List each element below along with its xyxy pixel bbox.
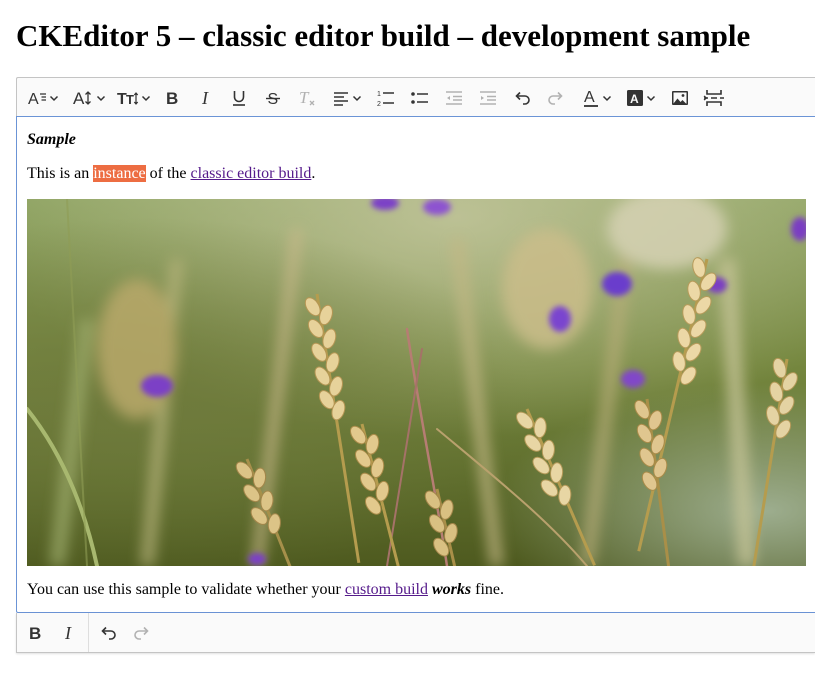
chevron-down-icon [96, 93, 106, 103]
image-icon [670, 88, 690, 108]
svg-text:A: A [584, 89, 595, 106]
remove-format-button[interactable]: T [293, 84, 320, 111]
chevron-down-icon [352, 93, 362, 103]
font-size-icon: A [72, 88, 94, 108]
bulleted-list-button[interactable] [406, 84, 433, 111]
heading-dropdown[interactable]: A [25, 84, 61, 111]
editor-toolbar: A A TT B I S T 1 2 A A [16, 77, 815, 116]
redo-icon [132, 623, 152, 643]
bold-button[interactable]: B [21, 619, 48, 646]
align-left-icon [332, 89, 350, 107]
svg-text:A: A [73, 89, 85, 108]
svg-text:A: A [630, 92, 639, 106]
page-title: CKEditor 5 – classic editor build – deve… [16, 18, 751, 53]
indent-button[interactable] [474, 84, 501, 111]
content-heading: Sample [27, 131, 76, 148]
font-size-dropdown[interactable]: A [70, 84, 108, 111]
remove-format-icon: T [297, 88, 317, 108]
undo-button[interactable] [94, 619, 121, 646]
outro-text: You can use this sample to validate whet… [27, 581, 345, 598]
font-background-icon: A [626, 88, 644, 108]
chevron-down-icon [602, 93, 612, 103]
custom-build-link[interactable]: custom build [345, 581, 428, 598]
undo-button[interactable] [508, 84, 535, 111]
intro-text: This is an [27, 165, 94, 182]
svg-text:2: 2 [377, 101, 381, 108]
bottom-toolbar: B I [16, 613, 815, 653]
redo-icon [546, 88, 566, 108]
italic-icon: I [197, 88, 215, 108]
font-family-dropdown[interactable]: TT [115, 84, 153, 111]
svg-text:I: I [201, 88, 209, 108]
alignment-dropdown[interactable] [329, 84, 365, 111]
underline-icon [230, 88, 248, 108]
chevron-down-icon [49, 93, 59, 103]
outro-text: fine. [471, 581, 504, 598]
svg-text:T: T [126, 92, 134, 107]
intro-text: . [311, 165, 316, 182]
insert-image-button[interactable] [666, 84, 693, 111]
outdent-button[interactable] [440, 84, 467, 111]
svg-text:A: A [28, 91, 39, 108]
numbered-list-button[interactable]: 12 [372, 84, 399, 111]
undo-icon [98, 623, 118, 643]
svg-text:S: S [267, 91, 278, 108]
wheat-field-image [27, 199, 806, 566]
bulleted-list-icon [410, 88, 430, 108]
redo-button[interactable] [128, 619, 155, 646]
intro-text: of the [145, 165, 191, 182]
outdent-icon [444, 88, 464, 108]
font-color-icon: A [582, 88, 600, 108]
svg-text:T: T [299, 88, 310, 107]
editor-editable-area[interactable]: Sample This is an instance of the classi… [16, 116, 815, 613]
bold-icon: B [26, 623, 44, 643]
classic-editor-build-link[interactable]: classic editor build [191, 165, 312, 182]
svg-text:1: 1 [377, 91, 381, 98]
font-color-dropdown[interactable]: A [579, 84, 615, 111]
svg-text:B: B [166, 89, 178, 108]
svg-text:B: B [29, 624, 41, 643]
font-family-icon: TT [117, 88, 139, 108]
emphasized-text: works [431, 581, 472, 598]
heading-icon: A [27, 88, 47, 108]
numbered-list-icon: 12 [376, 88, 396, 108]
strikethrough-button[interactable]: S [259, 84, 286, 111]
undo-icon [512, 88, 532, 108]
toolbar-separator [88, 613, 89, 652]
font-background-dropdown[interactable]: A [623, 84, 659, 111]
italic-icon: I [60, 623, 78, 643]
page-break-button[interactable] [700, 84, 727, 111]
chevron-down-icon [646, 93, 656, 103]
strikethrough-icon: S [264, 88, 282, 108]
outro-paragraph: You can use this sample to validate whet… [27, 580, 504, 600]
highlighted-text: instance [93, 165, 146, 182]
underline-button[interactable] [225, 84, 252, 111]
bold-icon: B [163, 88, 181, 108]
svg-text:I: I [64, 623, 72, 643]
page-break-icon [703, 88, 725, 108]
bold-button[interactable]: B [158, 84, 185, 111]
indent-icon [478, 88, 498, 108]
redo-button[interactable] [542, 84, 569, 111]
chevron-down-icon [141, 93, 151, 103]
italic-button[interactable]: I [192, 84, 219, 111]
intro-paragraph: This is an instance of the classic edito… [27, 164, 315, 184]
italic-button[interactable]: I [55, 619, 82, 646]
